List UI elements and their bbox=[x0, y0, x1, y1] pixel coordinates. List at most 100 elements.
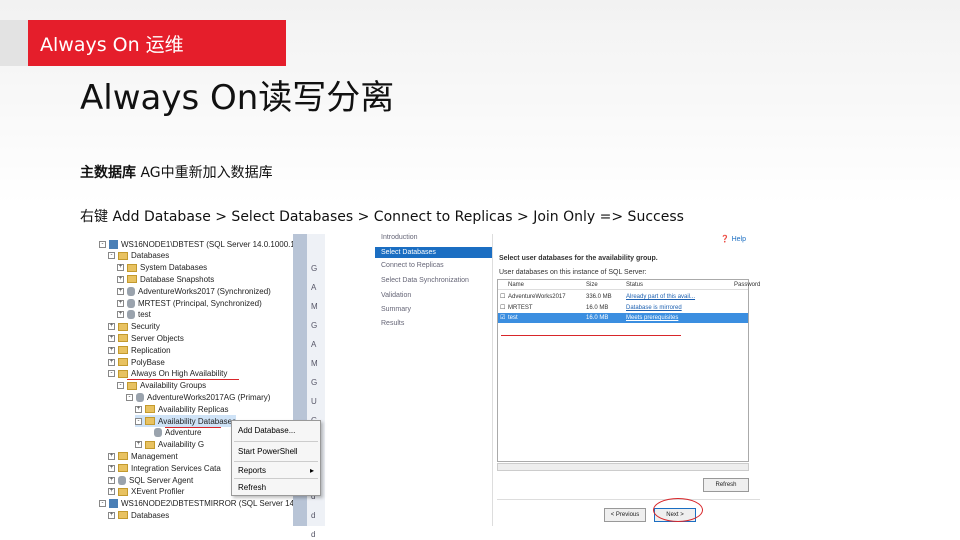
tree-item[interactable]: + Databases bbox=[108, 509, 169, 521]
menu-item-start-powershell[interactable]: Start PowerShell bbox=[238, 447, 298, 456]
expand-icon[interactable]: + bbox=[108, 476, 115, 484]
database-icon bbox=[127, 298, 135, 308]
menu-item-refresh[interactable]: Refresh bbox=[238, 483, 266, 492]
database-icon bbox=[118, 475, 126, 485]
tree-item[interactable]: + Database Snapshots bbox=[117, 273, 214, 285]
wizard-nav-item[interactable]: Introduction bbox=[381, 234, 418, 241]
expand-icon[interactable]: + bbox=[108, 323, 115, 331]
tree-item-label: Server Objects bbox=[131, 333, 184, 343]
wizard-nav-item[interactable]: Summary bbox=[381, 306, 411, 313]
cell-status[interactable]: Database is mirrored bbox=[626, 303, 682, 313]
page-title: Always On读写分离 bbox=[80, 78, 395, 118]
checkbox-icon[interactable]: ☑ bbox=[500, 313, 505, 323]
collapse-icon[interactable]: - bbox=[108, 252, 115, 260]
expand-icon[interactable]: + bbox=[117, 311, 124, 319]
cell-status[interactable]: Meets prerequisites bbox=[626, 313, 678, 323]
menu-item-reports[interactable]: Reports bbox=[238, 466, 266, 475]
folder-icon bbox=[118, 452, 128, 461]
header-tag: Always On 运维 bbox=[40, 34, 184, 56]
instruction-rest: AG中重新加入数据库 bbox=[136, 165, 273, 181]
databases-grid[interactable]: Name Size Status Password ☐ AdventureWorks201… bbox=[497, 279, 760, 462]
tree-item-label: Database Snapshots bbox=[140, 274, 215, 284]
menu-item-add-database[interactable]: Add Database... bbox=[238, 426, 295, 435]
tree-item-label: Integration Services Cata bbox=[131, 463, 221, 473]
tree-item-label: WS16NODE1\DBTEST (SQL Server 14.0.1000.1 bbox=[121, 239, 293, 249]
expand-icon[interactable]: + bbox=[108, 452, 115, 460]
expand-icon[interactable]: + bbox=[108, 358, 115, 366]
cell-status[interactable]: Already part of this avail... bbox=[626, 292, 695, 302]
expand-icon[interactable]: + bbox=[108, 334, 115, 342]
tree-item[interactable]: + test bbox=[117, 309, 151, 321]
tree-item[interactable]: + AdventureWorks2017 (Synchronized) bbox=[117, 285, 271, 297]
column-header[interactable]: Password bbox=[734, 280, 760, 290]
tree-item[interactable]: - AdventureWorks2017AG (Primary) bbox=[126, 391, 270, 403]
expand-icon[interactable]: + bbox=[108, 511, 115, 519]
expand-icon[interactable]: + bbox=[117, 287, 124, 295]
expand-icon[interactable]: + bbox=[108, 346, 115, 354]
tree-item[interactable]: + XEvent Profiler bbox=[108, 486, 184, 498]
grid-hscrollbar[interactable] bbox=[497, 463, 749, 471]
help-link[interactable]: ❓ Help bbox=[721, 235, 746, 243]
header-grey-block bbox=[0, 20, 28, 66]
expand-icon[interactable]: + bbox=[117, 264, 124, 272]
column-header[interactable]: Name bbox=[508, 280, 524, 290]
tree-item[interactable]: Adventure bbox=[144, 427, 201, 439]
editor-letter: U bbox=[311, 397, 317, 406]
tree-item[interactable]: - WS16NODE1\DBTEST (SQL Server 14.0.1000.… bbox=[99, 238, 293, 250]
tree-item-label: test bbox=[138, 310, 151, 320]
tree-item[interactable]: + Server Objects bbox=[108, 332, 184, 344]
expand-icon[interactable]: + bbox=[135, 405, 142, 413]
wizard-nav-item[interactable]: Select Databases bbox=[375, 247, 492, 258]
column-header[interactable]: Status bbox=[626, 280, 643, 290]
folder-icon bbox=[118, 511, 128, 520]
tree-item[interactable]: - Availability Groups bbox=[117, 380, 206, 392]
checkbox-icon[interactable]: ☐ bbox=[500, 303, 505, 313]
table-row[interactable]: ☑ test 16.0 MB Meets prerequisites bbox=[498, 313, 748, 323]
tree-item-label: Databases bbox=[131, 251, 170, 261]
tree-item[interactable]: + Management bbox=[108, 450, 178, 462]
expand-icon[interactable]: + bbox=[108, 464, 115, 472]
tree-item[interactable]: + System Databases bbox=[117, 262, 207, 274]
checkbox-icon[interactable]: ☐ bbox=[500, 292, 505, 302]
collapse-icon[interactable]: - bbox=[117, 382, 124, 390]
tree-item-label: Security bbox=[131, 322, 160, 332]
server-icon bbox=[109, 499, 118, 509]
tree-item[interactable]: + Availability Replicas bbox=[135, 403, 229, 415]
expand-icon[interactable]: + bbox=[135, 441, 142, 449]
database-icon bbox=[127, 310, 135, 320]
wizard-nav-item[interactable]: Connect to Replicas bbox=[381, 262, 444, 269]
tree-item[interactable]: - WS16NODE2\DBTESTMIRROR (SQL Server 14 bbox=[99, 498, 293, 510]
tree-item[interactable]: + Replication bbox=[108, 344, 171, 356]
expand-icon[interactable]: + bbox=[117, 275, 124, 283]
tree-item[interactable]: + Integration Services Cata bbox=[108, 462, 221, 474]
collapse-icon[interactable]: - bbox=[99, 500, 106, 508]
editor-letter: A bbox=[311, 340, 317, 349]
expand-icon[interactable]: + bbox=[117, 299, 124, 307]
tree-item[interactable]: + PolyBase bbox=[108, 356, 165, 368]
wizard-nav-item[interactable]: Validation bbox=[381, 292, 411, 299]
expand-icon[interactable]: + bbox=[108, 488, 115, 496]
table-row[interactable]: ☐ AdventureWorks2017 336.0 MB Already part … bbox=[498, 292, 748, 302]
refresh-button[interactable]: Refresh bbox=[703, 478, 749, 492]
cell-name: AdventureWorks2017 bbox=[508, 294, 566, 300]
tree-item[interactable]: + Availability G bbox=[135, 439, 204, 451]
wizard-nav-item[interactable]: Results bbox=[381, 320, 404, 327]
folder-icon bbox=[118, 322, 128, 331]
tree-item[interactable]: + SQL Server Agent bbox=[108, 474, 193, 486]
tree-item[interactable]: + Security bbox=[108, 321, 160, 333]
folder-icon bbox=[127, 275, 137, 284]
tree-item[interactable]: - Databases bbox=[108, 250, 169, 262]
collapse-icon[interactable]: - bbox=[108, 370, 115, 378]
new-availability-database-wizard: Introduction Select Databases Connect to R… bbox=[375, 234, 760, 526]
column-header[interactable]: Size bbox=[586, 280, 598, 290]
collapse-icon[interactable]: - bbox=[99, 240, 106, 248]
collapse-icon[interactable]: - bbox=[135, 417, 142, 425]
collapse-icon[interactable]: - bbox=[126, 393, 133, 401]
wizard-nav-item[interactable]: Select Data Synchronization bbox=[381, 277, 469, 284]
tree-item[interactable]: + MRTEST (Principal, Synchronized) bbox=[117, 297, 262, 309]
tree-item-label: Availability G bbox=[158, 440, 205, 450]
table-row[interactable]: ☐ MRTEST 16.0 MB Database is mirrored bbox=[498, 303, 748, 313]
instruction-line-1: 主数据库 AG中重新加入数据库 bbox=[80, 162, 273, 182]
previous-button[interactable]: < Previous bbox=[604, 508, 646, 522]
instruction-line-2: 右键 Add Database > Select Databases > Con… bbox=[80, 209, 684, 225]
